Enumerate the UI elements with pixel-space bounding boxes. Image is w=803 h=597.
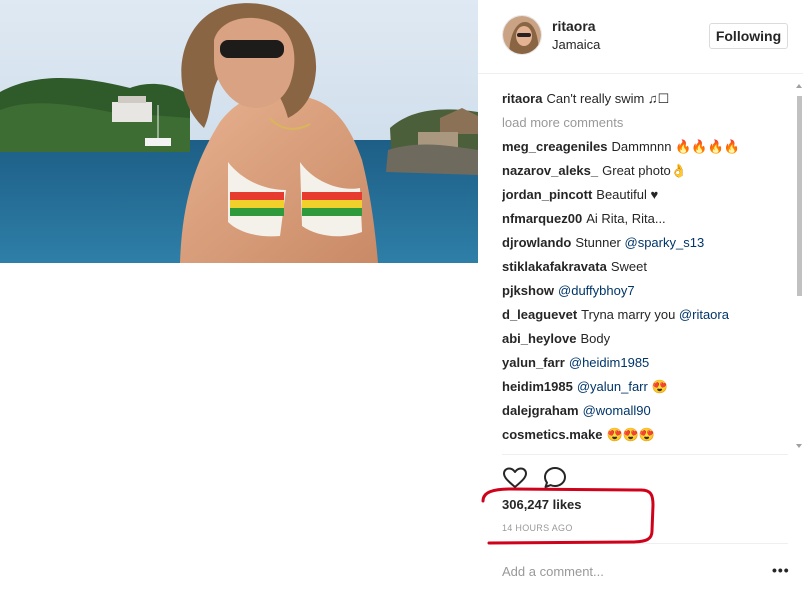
scroll-down-arrow-icon[interactable] (796, 444, 802, 448)
post-header: ritaora Jamaica Following (478, 0, 803, 74)
comment-user[interactable]: nazarov_aleks_ (502, 163, 598, 178)
comment-mention[interactable]: @womall90 (583, 403, 651, 418)
comment-mention[interactable]: @sparky_s13 (625, 235, 705, 250)
comment-user[interactable]: meg_creageniles (502, 139, 608, 154)
comment-mention[interactable]: @yalun_farr (577, 379, 648, 394)
avatar-image (503, 16, 541, 54)
post-image (0, 0, 478, 263)
comment-text: Ai Rita, Rita... (586, 211, 666, 226)
post-photo[interactable] (0, 0, 478, 263)
post-username[interactable]: ritaora (552, 18, 596, 34)
comment-text: Sweet (610, 259, 647, 274)
comment-user[interactable]: heidim1985 (502, 379, 573, 394)
comment-item: nazarov_aleks_ Great photo👌 (502, 159, 792, 183)
scrollbar-thumb[interactable] (797, 96, 802, 296)
comment-emoji: 😍 (647, 379, 668, 394)
comment-text: Dammnnn 🔥🔥🔥🔥 (611, 139, 740, 154)
comment-user[interactable]: cosmetics.make (502, 427, 602, 442)
comment-item: pjkshow @duffybhoy7 (502, 279, 792, 303)
comment-mention[interactable]: @ritaora (679, 307, 729, 322)
comments-scrollbar[interactable] (795, 82, 803, 452)
comment-user[interactable]: jordan_pincott (502, 187, 592, 202)
post-timestamp[interactable]: 14 HOURS AGO (502, 523, 573, 533)
comment-item: d_leaguevet Tryna marry you @ritaora (502, 303, 792, 327)
comment-user[interactable]: stiklakafakravata (502, 259, 607, 274)
comment-icon[interactable] (542, 465, 568, 491)
comment-item: dalejgraham @womall90 (502, 399, 792, 423)
post-sidebar: ritaora Jamaica Following ritaora Can't r… (478, 0, 803, 597)
comment-text: Can't really swim ♫☐ (546, 91, 670, 106)
comments-divider (502, 454, 788, 455)
comment-item: meg_creageniles Dammnnn 🔥🔥🔥🔥 (502, 135, 792, 159)
scroll-up-arrow-icon[interactable] (796, 84, 802, 88)
comment-text: Beautiful ♥ (596, 187, 659, 202)
following-button[interactable]: Following (709, 23, 788, 49)
likes-count[interactable]: 306,247 likes (502, 497, 582, 512)
comment-user[interactable]: nfmarquez00 (502, 211, 582, 226)
comments-list[interactable]: ritaora Can't really swim ♫☐ load more co… (502, 87, 792, 449)
comment-text: Tryna marry you (581, 307, 679, 322)
comment-user[interactable]: abi_heylove (502, 331, 576, 346)
comment-item: nfmarquez00 Ai Rita, Rita... (502, 207, 792, 231)
comment-item: abi_heylove Body (502, 327, 792, 351)
comment-item: jordan_pincott Beautiful ♥ (502, 183, 792, 207)
comment-text: 😍😍😍 (606, 427, 656, 442)
comment-item: stiklakafakravata Sweet (502, 255, 792, 279)
comment-item: heidim1985 @yalun_farr 😍 (502, 375, 792, 399)
comment-user[interactable]: ritaora (502, 91, 542, 106)
comment-mention[interactable]: @heidim1985 (569, 355, 649, 370)
comment-user[interactable]: dalejgraham (502, 403, 579, 418)
more-options-icon[interactable]: ••• (772, 563, 790, 577)
comment-item: yalun_farr @heidim1985 (502, 351, 792, 375)
comment-user[interactable]: yalun_farr (502, 355, 565, 370)
comment-item: cosmetics.make 😍😍😍 (502, 423, 792, 447)
heart-icon[interactable] (502, 465, 528, 491)
comment-text: Body (580, 331, 611, 346)
comment-mention[interactable]: @duffybhoy7 (558, 283, 635, 298)
comment-text: Stunner (575, 235, 625, 250)
avatar[interactable] (502, 15, 542, 55)
add-comment-input[interactable] (502, 560, 762, 582)
comment-text: Great photo👌 (602, 163, 687, 178)
post-location[interactable]: Jamaica (552, 37, 600, 52)
load-more-comments-link[interactable]: load more comments (502, 111, 792, 135)
comment-item: djrowlando Stunner @sparky_s13 (502, 231, 792, 255)
comment-user[interactable]: djrowlando (502, 235, 571, 250)
caption: ritaora Can't really swim ♫☐ (502, 87, 792, 111)
comment-user[interactable]: d_leaguevet (502, 307, 577, 322)
add-comment-divider (502, 543, 788, 544)
comment-user[interactable]: pjkshow (502, 283, 554, 298)
